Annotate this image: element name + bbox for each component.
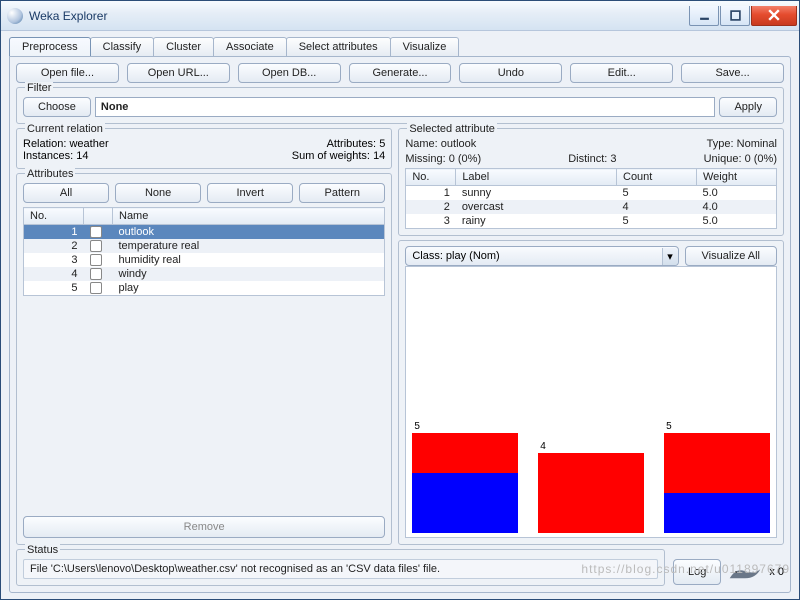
bar-count-label: 5	[414, 421, 518, 432]
attribute-checkbox[interactable]	[90, 268, 102, 280]
weka-bird-icon	[727, 561, 763, 583]
bar-segment-yes	[664, 493, 770, 533]
minimize-button[interactable]	[689, 6, 719, 26]
maximize-button[interactable]	[720, 6, 750, 26]
sa-type: Nominal	[737, 138, 777, 150]
attribute-row[interactable]: 1outlook	[24, 225, 385, 240]
filter-value[interactable]: None	[95, 97, 716, 117]
relation-sumweights: 14	[373, 150, 385, 162]
log-button[interactable]: Log	[673, 559, 721, 585]
tab-associate[interactable]: Associate	[213, 37, 287, 56]
filter-apply-button[interactable]: Apply	[719, 97, 777, 117]
attr-none-button[interactable]: None	[115, 183, 201, 203]
current-relation-panel: Current relation Relation: weather Attri…	[16, 128, 392, 169]
histogram-bar[interactable]: 5	[412, 421, 518, 533]
filter-panel: Filter Choose None Apply	[16, 87, 784, 124]
sa-unique: 0 (0%)	[745, 153, 777, 165]
attribute-checkbox[interactable]	[90, 226, 102, 238]
tab-bar: PreprocessClassifyClusterAssociateSelect…	[1, 31, 799, 56]
selected-attribute-panel: Selected attribute Name: outlook Type: N…	[398, 128, 784, 236]
window-controls	[688, 6, 797, 26]
tab-preprocess[interactable]: Preprocess	[9, 37, 91, 56]
attribute-row[interactable]: 2temperature real	[24, 239, 385, 253]
dropdown-caret-icon: ▾	[662, 248, 678, 265]
attribute-row[interactable]: 3humidity real	[24, 253, 385, 267]
undo-button[interactable]: Undo	[459, 63, 562, 83]
attr-invert-button[interactable]: Invert	[207, 183, 293, 203]
visualize-all-button[interactable]: Visualize All	[685, 246, 778, 266]
bar-segment-no	[538, 453, 644, 533]
generate-button[interactable]: Generate...	[349, 63, 452, 83]
open-db-button[interactable]: Open DB...	[238, 63, 341, 83]
bar-segment-no	[664, 433, 770, 493]
close-button[interactable]	[751, 6, 797, 26]
remove-attribute-button[interactable]: Remove	[23, 516, 385, 538]
status-message: File 'C:\Users\lenovo\Desktop\weather.cs…	[23, 559, 658, 579]
filter-legend: Filter	[25, 82, 53, 94]
value-row[interactable]: 3rainy55.0	[406, 214, 777, 229]
attribute-checkbox[interactable]	[90, 240, 102, 252]
relation-attributes: 5	[379, 138, 385, 150]
edit-button[interactable]: Edit...	[570, 63, 673, 83]
histogram-bar[interactable]: 5	[664, 421, 770, 533]
save-button[interactable]: Save...	[681, 63, 784, 83]
sa-name: outlook	[441, 138, 476, 150]
titlebar[interactable]: Weka Explorer	[1, 1, 799, 31]
tab-classify[interactable]: Classify	[90, 37, 155, 56]
sa-distinct: 3	[610, 153, 616, 165]
idle-count: x 0	[769, 566, 784, 578]
tab-panel-preprocess: Open file... Open URL... Open DB... Gene…	[9, 56, 791, 593]
window-title: Weka Explorer	[29, 9, 688, 23]
app-icon	[7, 8, 23, 24]
attributes-panel: Attributes All None Invert Pattern No.	[16, 173, 392, 545]
filter-choose-button[interactable]: Choose	[23, 97, 91, 117]
bar-segment-yes	[412, 473, 518, 533]
bar-segment-no	[412, 433, 518, 473]
tab-select-attributes[interactable]: Select attributes	[286, 37, 391, 56]
class-selector[interactable]: Class: play (Nom) ▾	[405, 246, 678, 266]
attr-pattern-button[interactable]: Pattern	[299, 183, 385, 203]
attributes-table[interactable]: No. Name 1outlook2temperature real3humid…	[23, 207, 385, 296]
visualization-panel: Class: play (Nom) ▾ Visualize All 5 4 5	[398, 240, 784, 545]
attribute-checkbox[interactable]	[90, 254, 102, 266]
app-window: Weka Explorer PreprocessClassifyClusterA…	[0, 0, 800, 600]
bar-count-label: 4	[540, 441, 644, 452]
attribute-checkbox[interactable]	[90, 282, 102, 294]
sa-missing: 0 (0%)	[449, 153, 481, 165]
value-row[interactable]: 2overcast44.0	[406, 200, 777, 214]
attribute-histogram[interactable]: 5 4 5	[405, 266, 777, 538]
relation-name: weather	[69, 138, 108, 150]
attribute-row[interactable]: 5play	[24, 281, 385, 296]
bar-count-label: 5	[666, 421, 770, 432]
attribute-row[interactable]: 4windy	[24, 267, 385, 281]
relation-instances: 14	[76, 150, 88, 162]
file-toolbar: Open file... Open URL... Open DB... Gene…	[16, 63, 784, 83]
histogram-bar[interactable]: 4	[538, 441, 644, 533]
value-row[interactable]: 1sunny55.0	[406, 186, 777, 201]
tab-cluster[interactable]: Cluster	[153, 37, 214, 56]
selected-attribute-table[interactable]: No. Label Count Weight 1sunny55.02overca…	[405, 168, 777, 229]
tab-visualize[interactable]: Visualize	[390, 37, 460, 56]
client-area: PreprocessClassifyClusterAssociateSelect…	[1, 31, 799, 599]
open-file-button[interactable]: Open file...	[16, 63, 119, 83]
open-url-button[interactable]: Open URL...	[127, 63, 230, 83]
status-panel: Status File 'C:\Users\lenovo\Desktop\wea…	[16, 549, 665, 586]
attr-all-button[interactable]: All	[23, 183, 109, 203]
